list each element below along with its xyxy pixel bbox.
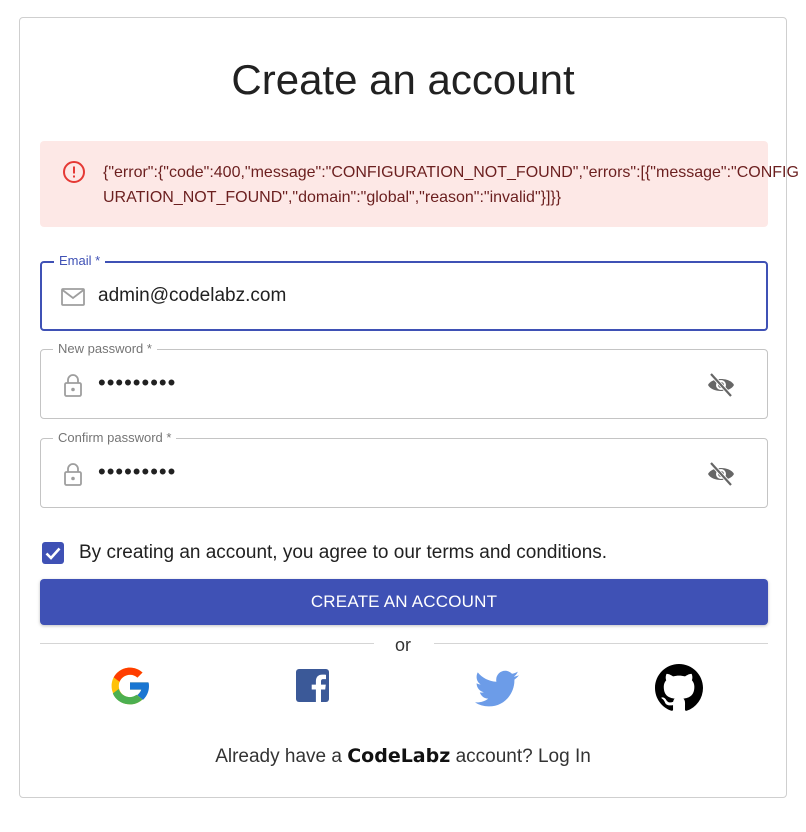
new-password-field[interactable]: New password * xyxy=(40,341,768,419)
google-signin-button[interactable] xyxy=(106,662,154,710)
twitter-signin-button[interactable] xyxy=(473,666,521,714)
lock-icon xyxy=(64,463,82,486)
email-label: Email * xyxy=(54,253,106,269)
terms-label: By creating an account, you agree to our… xyxy=(79,542,608,563)
brand-name: CodeLabz xyxy=(347,745,451,767)
login-prompt-prefix: Already have a xyxy=(215,746,342,767)
signup-card: Create an account {"error":{"code":400,"… xyxy=(19,17,799,798)
error-alert: {"error":{"code":400,"message":"CONFIGUR… xyxy=(40,141,799,227)
login-link[interactable]: Log In xyxy=(538,746,591,767)
email-input[interactable] xyxy=(98,284,658,308)
confirm-password-input[interactable] xyxy=(98,460,658,484)
google-icon xyxy=(111,667,150,705)
error-icon xyxy=(63,161,85,183)
login-prompt-middle: account? xyxy=(455,746,533,767)
twitter-icon xyxy=(475,670,519,707)
error-message: {"error":{"code":400,"message":"CONFIGUR… xyxy=(103,164,799,206)
github-signin-button[interactable] xyxy=(655,664,703,712)
new-password-label: New password * xyxy=(53,341,157,357)
login-prompt: Already have a CodeLabz account? Log In xyxy=(20,744,786,769)
divider-or-label: or xyxy=(394,635,411,655)
eye-off-icon[interactable] xyxy=(706,371,736,399)
checkmark-icon xyxy=(45,547,61,560)
facebook-signin-button[interactable] xyxy=(289,662,337,710)
confirm-password-field[interactable]: Confirm password * xyxy=(40,430,768,508)
new-password-input[interactable] xyxy=(98,371,658,395)
email-field[interactable]: Email * xyxy=(40,253,768,331)
lock-icon xyxy=(64,374,82,397)
page-title: Create an account xyxy=(231,56,575,103)
create-account-button[interactable]: CREATE AN ACCOUNT xyxy=(40,579,768,625)
eye-off-icon[interactable] xyxy=(706,460,736,488)
terms-checkbox[interactable] xyxy=(42,542,64,564)
facebook-icon xyxy=(296,669,329,702)
github-icon xyxy=(655,664,703,711)
mail-icon xyxy=(61,288,85,306)
confirm-password-label: Confirm password * xyxy=(53,430,177,446)
